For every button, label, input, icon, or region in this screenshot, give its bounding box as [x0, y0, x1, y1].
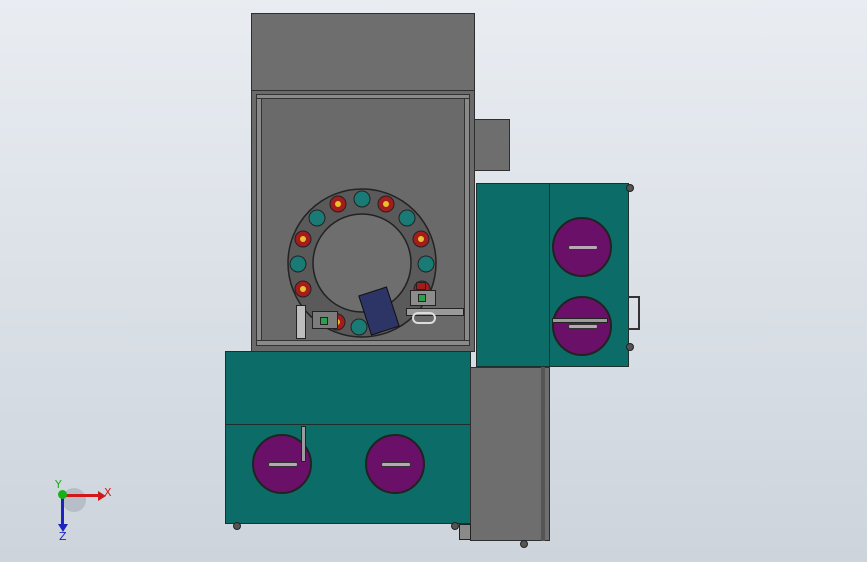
x-axis-label: X [104, 486, 112, 499]
viewing-window-right[interactable] [365, 434, 425, 494]
cabinet-rail-left [256, 94, 262, 346]
station-teal [350, 318, 368, 336]
lower-left-cabinet[interactable] [225, 351, 471, 524]
cabinet-seam [549, 184, 550, 366]
latch-rod[interactable] [552, 318, 608, 323]
y-axis-label: Y [55, 478, 62, 491]
z-axis-label: Z [59, 530, 67, 543]
station-teal [417, 255, 435, 273]
x-axis-arrow [63, 494, 99, 497]
base-foot-plate [459, 524, 471, 540]
gripper-mechanism[interactable] [404, 282, 466, 326]
side-box[interactable] [474, 119, 510, 171]
viewing-window-upper[interactable] [552, 217, 612, 277]
station-teal [398, 209, 416, 227]
station-teal [289, 255, 307, 273]
y-axis-dot [58, 490, 67, 499]
latch-rod[interactable] [301, 426, 306, 462]
axis-triad: X Y Z [46, 478, 116, 544]
cabinet-seam [226, 424, 470, 425]
caster-foot [233, 522, 241, 530]
caster-foot [626, 343, 634, 351]
lower-right-base[interactable] [470, 367, 550, 541]
z-axis-arrow [61, 496, 64, 526]
cad-viewport[interactable]: X Y Z [0, 0, 867, 562]
station-teal [353, 190, 371, 208]
cabinet-rail-top [256, 94, 470, 99]
caster-foot [451, 522, 459, 530]
caster-foot [520, 540, 528, 548]
base-edge [541, 367, 545, 541]
station-teal [308, 209, 326, 227]
viewing-window-lower[interactable] [552, 296, 612, 356]
handle[interactable] [628, 296, 640, 330]
press-mechanism[interactable] [294, 305, 342, 341]
top-cover[interactable] [251, 13, 475, 91]
caster-foot [626, 184, 634, 192]
